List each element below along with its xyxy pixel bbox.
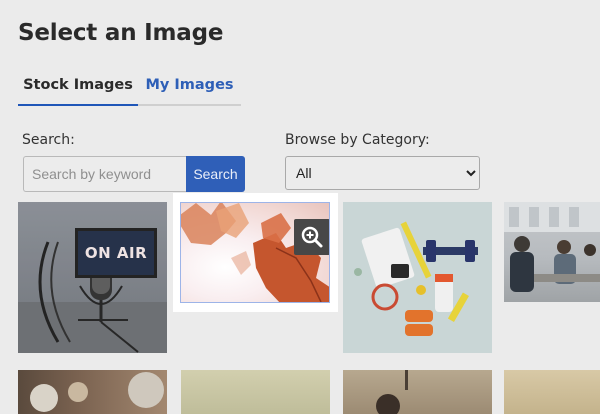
image-thumb-lamp[interactable] [343,370,492,414]
image-thumb-food[interactable] [18,370,167,414]
category-select[interactable]: All [285,156,480,190]
zoom-in-icon [301,226,323,248]
zoom-button[interactable] [294,219,329,255]
tab-bar: Stock Images My Images [18,66,241,106]
page-title: Select an Image [18,20,224,46]
fitness-photo [354,221,478,336]
autumn-leaves-photo [180,202,330,303]
image-thumb-fitness[interactable] [343,202,492,353]
tab-my-images[interactable]: My Images [138,66,241,106]
image-thumb-office[interactable] [504,202,600,302]
office-photo [504,202,600,292]
lamp-photo [376,370,408,414]
food-photo [30,372,164,412]
tab-stock-images[interactable]: Stock Images [18,66,138,106]
on-air-text: ON AIR [84,244,148,262]
on-air-sign: ON AIR [75,228,157,278]
image-thumb-sand[interactable] [504,370,600,414]
image-thumb-on-air[interactable]: ON AIR [18,202,167,353]
search-input[interactable] [23,156,187,192]
search-button[interactable]: Search [186,156,245,192]
image-thumb-seaside[interactable] [181,370,330,414]
image-thumb-autumn-leaves[interactable] [173,193,338,312]
category-label: Browse by Category: [285,132,430,148]
search-label: Search: [22,132,75,148]
